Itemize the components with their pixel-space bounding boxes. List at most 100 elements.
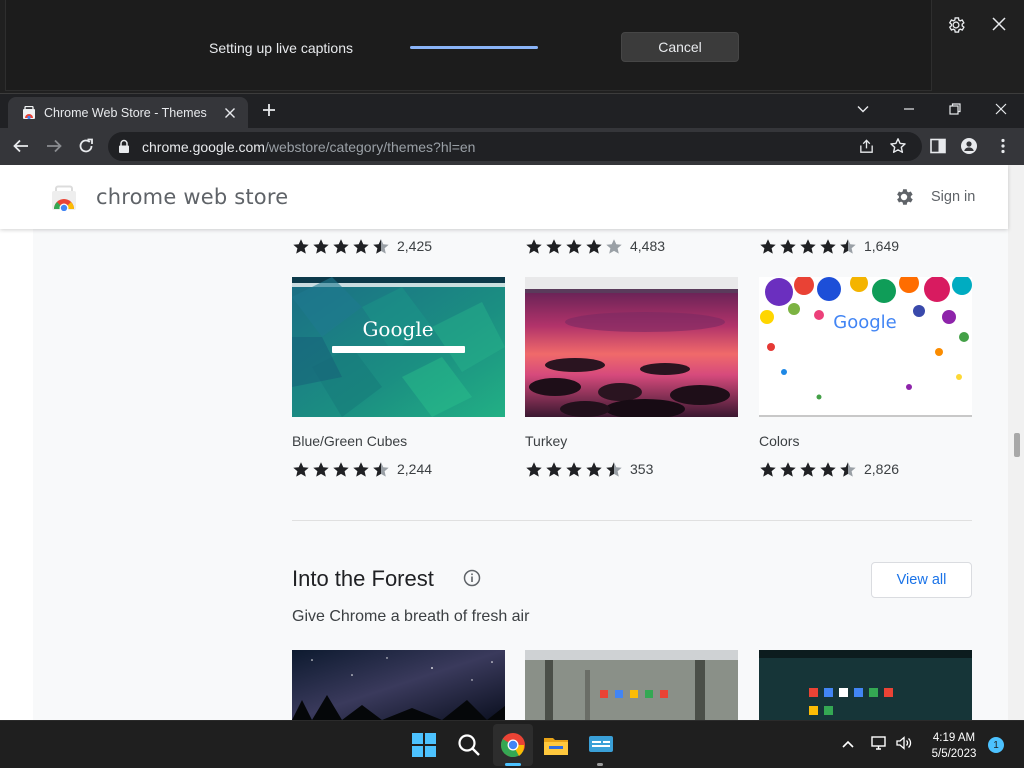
star-full-icon xyxy=(800,238,816,254)
theme-name[interactable]: Blue/Green Cubes xyxy=(292,433,407,449)
bookmark-star-icon[interactable] xyxy=(889,137,907,155)
section-divider xyxy=(292,520,972,521)
star-empty-icon xyxy=(606,238,622,254)
theme-thumbnail-colors[interactable]: Google xyxy=(759,277,972,417)
lock-icon[interactable] xyxy=(117,139,131,154)
store-title[interactable]: chrome web store xyxy=(96,185,288,209)
section-title: Into the Forest xyxy=(292,566,434,591)
star-full-icon xyxy=(313,461,329,477)
star-full-icon xyxy=(586,238,602,254)
star-full-icon xyxy=(780,238,796,254)
star-full-icon xyxy=(586,461,602,477)
star-half-icon xyxy=(840,461,856,477)
web-page: 2,425 4,483 1,649 Google Blue/Green Cube… xyxy=(0,165,1024,720)
profile-avatar-icon[interactable] xyxy=(960,137,978,155)
star-full-icon xyxy=(313,238,329,254)
star-rating xyxy=(759,461,859,478)
theme-thumbnail-forest-1[interactable] xyxy=(292,650,505,720)
chrome-active-indicator xyxy=(505,763,521,766)
star-full-icon xyxy=(353,238,369,254)
url-host: chrome.google.com xyxy=(142,139,265,155)
star-full-icon xyxy=(353,461,369,477)
star-half-icon xyxy=(840,238,856,254)
section-subtitle: Give Chrome a breath of fresh air xyxy=(292,608,530,625)
category-sidebar xyxy=(33,165,270,720)
star-full-icon xyxy=(760,461,776,477)
rating-row: 2,826 xyxy=(759,460,899,478)
close-window-icon[interactable] xyxy=(994,102,1008,116)
rating-row: 4,483 xyxy=(525,237,665,255)
theme-thumbnail-forest-2[interactable] xyxy=(525,650,738,720)
volume-icon[interactable] xyxy=(895,735,913,751)
windows-start-icon[interactable] xyxy=(411,732,437,758)
rating-count: 1,649 xyxy=(864,238,900,254)
live-captions-app-icon[interactable] xyxy=(588,732,614,758)
network-icon[interactable] xyxy=(870,735,888,751)
close-icon[interactable] xyxy=(990,15,1008,33)
scrollbar-thumb[interactable] xyxy=(1014,433,1020,457)
theme-name[interactable]: Colors xyxy=(759,433,799,449)
rating-row: 353 xyxy=(525,460,653,478)
tab-title: Chrome Web Store - Themes xyxy=(44,106,207,120)
notification-badge[interactable]: 1 xyxy=(988,737,1004,753)
star-half-icon xyxy=(606,461,622,477)
tab-search-chevron-icon[interactable] xyxy=(856,102,870,116)
chevron-up-icon[interactable] xyxy=(841,738,855,750)
url-text[interactable]: chrome.google.com/webstore/category/them… xyxy=(142,139,475,155)
star-full-icon xyxy=(546,238,562,254)
page-scrollbar[interactable] xyxy=(1008,165,1024,720)
search-icon[interactable] xyxy=(456,732,482,758)
minimize-icon[interactable] xyxy=(902,102,916,116)
star-full-icon xyxy=(566,238,582,254)
google-logo: Google xyxy=(833,312,896,333)
chrome-icon[interactable] xyxy=(500,732,526,758)
address-bar[interactable]: chrome.google.com/webstore/category/them… xyxy=(108,132,922,161)
view-all-button[interactable]: View all xyxy=(871,562,972,598)
info-icon[interactable] xyxy=(463,569,481,587)
windows-taskbar: 4:19 AM 5/5/2023 1 xyxy=(0,720,1024,768)
more-menu-icon[interactable] xyxy=(994,137,1012,155)
browser-toolbar: chrome.google.com/webstore/category/them… xyxy=(0,128,1024,165)
close-tab-icon[interactable] xyxy=(224,107,236,119)
clock-date: 5/5/2023 xyxy=(931,748,977,760)
rating-count: 2,425 xyxy=(397,238,433,254)
forward-icon[interactable] xyxy=(45,137,63,155)
theme-thumbnail-blue-green-cubes[interactable]: Google xyxy=(292,277,505,417)
file-explorer-icon[interactable] xyxy=(543,732,569,758)
theme-thumbnail-turkey[interactable] xyxy=(525,277,738,417)
star-full-icon xyxy=(566,461,582,477)
reload-icon[interactable] xyxy=(77,137,95,155)
url-path: /webstore/category/themes?hl=en xyxy=(264,139,476,155)
tray-clock[interactable]: 4:19 AM 5/5/2023 xyxy=(928,730,980,762)
rating-row: 1,649 xyxy=(759,237,899,255)
star-full-icon xyxy=(526,461,542,477)
side-panel-icon[interactable] xyxy=(929,137,947,155)
star-rating xyxy=(759,238,859,255)
star-full-icon xyxy=(760,238,776,254)
star-rating xyxy=(292,461,392,478)
chrome-web-store-logo[interactable] xyxy=(50,185,78,211)
tab-strip: Chrome Web Store - Themes xyxy=(0,93,1024,129)
back-icon[interactable] xyxy=(12,137,30,155)
gear-icon[interactable] xyxy=(946,15,966,35)
star-rating xyxy=(525,238,625,255)
rating-count: 353 xyxy=(630,461,654,477)
theme-thumbnail-forest-3[interactable] xyxy=(759,650,972,720)
themes-content: 2,425 4,483 1,649 Google Blue/Green Cube… xyxy=(270,165,1008,720)
star-full-icon xyxy=(820,461,836,477)
live-captions-running-indicator xyxy=(597,763,603,766)
rating-count: 2,244 xyxy=(397,461,433,477)
rating-row: 2,425 xyxy=(292,237,432,255)
star-rating xyxy=(525,461,625,478)
live-caption-panel: Setting up live captions Cancel xyxy=(5,0,932,91)
star-full-icon xyxy=(293,238,309,254)
sign-in-link[interactable]: Sign in xyxy=(931,189,975,205)
tab-chrome-web-store[interactable]: Chrome Web Store - Themes xyxy=(8,97,248,129)
restore-icon[interactable] xyxy=(948,102,962,116)
cancel-button[interactable]: Cancel xyxy=(621,32,739,62)
settings-gear-icon[interactable] xyxy=(893,186,915,208)
theme-name[interactable]: Turkey xyxy=(525,433,567,449)
new-tab-icon[interactable] xyxy=(261,102,277,118)
star-half-icon xyxy=(373,461,389,477)
share-icon[interactable] xyxy=(858,138,875,155)
